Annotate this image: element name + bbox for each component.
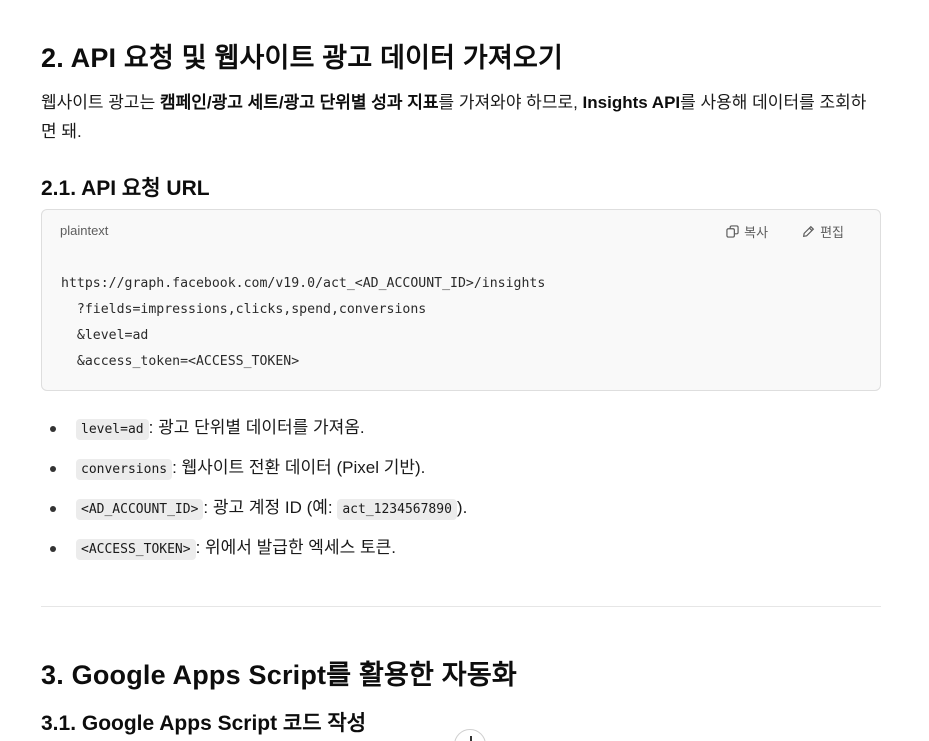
bullet-dot	[50, 466, 56, 472]
inline-code: <ACCESS_TOKEN>	[76, 539, 196, 560]
code-language-label: plaintext	[60, 223, 109, 238]
subsection-3-1-heading: 3.1. Google Apps Script 코드 작성	[41, 712, 367, 735]
code-line: &access_token=<ACCESS_TOKEN>	[61, 354, 300, 369]
list-item-text: ).	[456, 498, 468, 517]
list-item: conversions: 웹사이트 전환 데이터 (Pixel 기반).	[41, 452, 881, 492]
arrow-down-icon	[470, 736, 472, 741]
list-item-text: : 광고 단위별 데이터를 가져옴.	[148, 418, 365, 437]
parameter-list: level=ad: 광고 단위별 데이터를 가져옴. conversions: …	[41, 412, 881, 572]
bullet-dot	[50, 546, 56, 552]
copy-icon	[726, 225, 739, 238]
code-block: plaintext 복사 편집 https://graph.facebook.c…	[41, 209, 881, 391]
list-item: level=ad: 광고 단위별 데이터를 가져옴.	[41, 412, 881, 452]
code-line: ?fields=impressions,clicks,spend,convers…	[61, 302, 427, 317]
list-item-text: : 웹사이트 전환 데이터 (Pixel 기반).	[172, 458, 426, 477]
section-3-heading: 3. Google Apps Script를 활용한 자동화	[41, 660, 517, 690]
code-line: https://graph.facebook.com/v19.0/act_<AD…	[61, 276, 546, 291]
list-item-text: : 위에서 발급한 엑세스 토큰.	[195, 538, 396, 557]
list-item: <ACCESS_TOKEN>: 위에서 발급한 엑세스 토큰.	[41, 532, 881, 572]
code-content: https://graph.facebook.com/v19.0/act_<AD…	[61, 271, 545, 375]
edit-button-label: 편집	[820, 225, 844, 240]
inline-code: act_1234567890	[337, 499, 457, 520]
bullet-dot	[50, 506, 56, 512]
edit-button[interactable]: 편집	[802, 222, 844, 241]
section-2-paragraph: 웹사이트 광고는 캠페인/광고 세트/광고 단위별 성과 지표를 가져와야 하므…	[41, 93, 867, 141]
section-2-heading: 2. API 요청 및 웹사이트 광고 데이터 가져오기	[41, 43, 564, 73]
copy-button[interactable]: 복사	[726, 222, 768, 241]
section-divider	[41, 606, 881, 607]
code-actions: 복사 편집	[726, 222, 844, 241]
list-item-text: : 광고 계정 ID (예:	[203, 498, 338, 517]
subsection-2-1-heading: 2.1. API 요청 URL	[41, 177, 210, 200]
inline-code: level=ad	[76, 419, 149, 440]
list-item: <AD_ACCOUNT_ID>: 광고 계정 ID (예: act_123456…	[41, 492, 881, 532]
scroll-to-bottom-button[interactable]	[454, 729, 486, 741]
bullet-dot	[50, 426, 56, 432]
inline-code: conversions	[76, 459, 173, 480]
inline-code: <AD_ACCOUNT_ID>	[76, 499, 204, 520]
copy-button-label: 복사	[744, 225, 769, 240]
pencil-icon	[803, 225, 815, 238]
code-line: &level=ad	[61, 328, 149, 343]
